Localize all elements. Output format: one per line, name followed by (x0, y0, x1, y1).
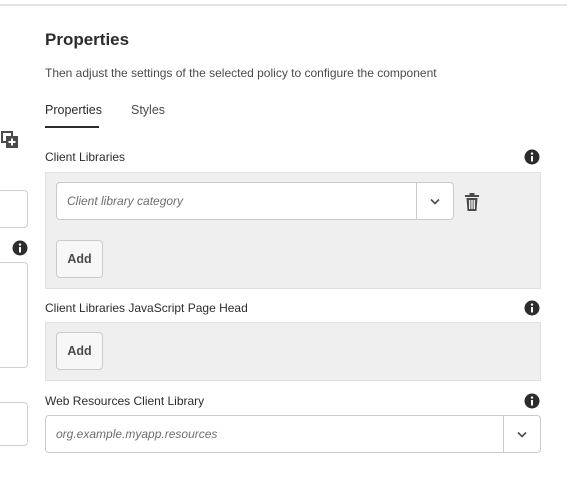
top-divider (0, 4, 567, 6)
chevron-down-icon (430, 198, 440, 205)
info-icon[interactable] (524, 300, 540, 316)
web-resources-dropdown-button[interactable] (503, 416, 540, 452)
left-panel-field[interactable] (0, 402, 28, 446)
tab-properties[interactable]: Properties (45, 103, 102, 117)
info-icon[interactable] (524, 393, 540, 409)
tab-styles[interactable]: Styles (131, 103, 165, 117)
add-policy-icon[interactable] (1, 131, 19, 149)
left-panel-textarea[interactable] (0, 262, 28, 368)
client-libraries-js-head-label: Client Libraries JavaScript Page Head (45, 301, 248, 315)
left-panel-field[interactable] (0, 190, 28, 228)
panel-description: Then adjust the settings of the selected… (45, 66, 437, 80)
info-icon[interactable] (12, 240, 28, 256)
panel-title: Properties (45, 30, 130, 49)
web-resources-label: Web Resources Client Library (45, 394, 205, 408)
chevron-down-icon (517, 431, 527, 438)
client-libraries-js-head-multifield: Add (45, 322, 541, 381)
info-icon[interactable] (524, 149, 540, 165)
web-resources-combobox[interactable] (45, 415, 541, 453)
tab-selected-indicator (45, 126, 99, 128)
client-libraries-multifield: Add (45, 172, 541, 289)
web-resources-input[interactable] (46, 416, 503, 452)
client-library-dropdown-button[interactable] (416, 183, 453, 219)
client-libraries-label: Client Libraries (45, 150, 126, 164)
trash-icon[interactable] (464, 193, 480, 211)
client-library-input[interactable] (57, 183, 416, 219)
client-library-combobox[interactable] (56, 182, 454, 220)
add-js-head-library-button[interactable]: Add (56, 332, 103, 370)
add-client-library-button[interactable]: Add (56, 240, 103, 278)
